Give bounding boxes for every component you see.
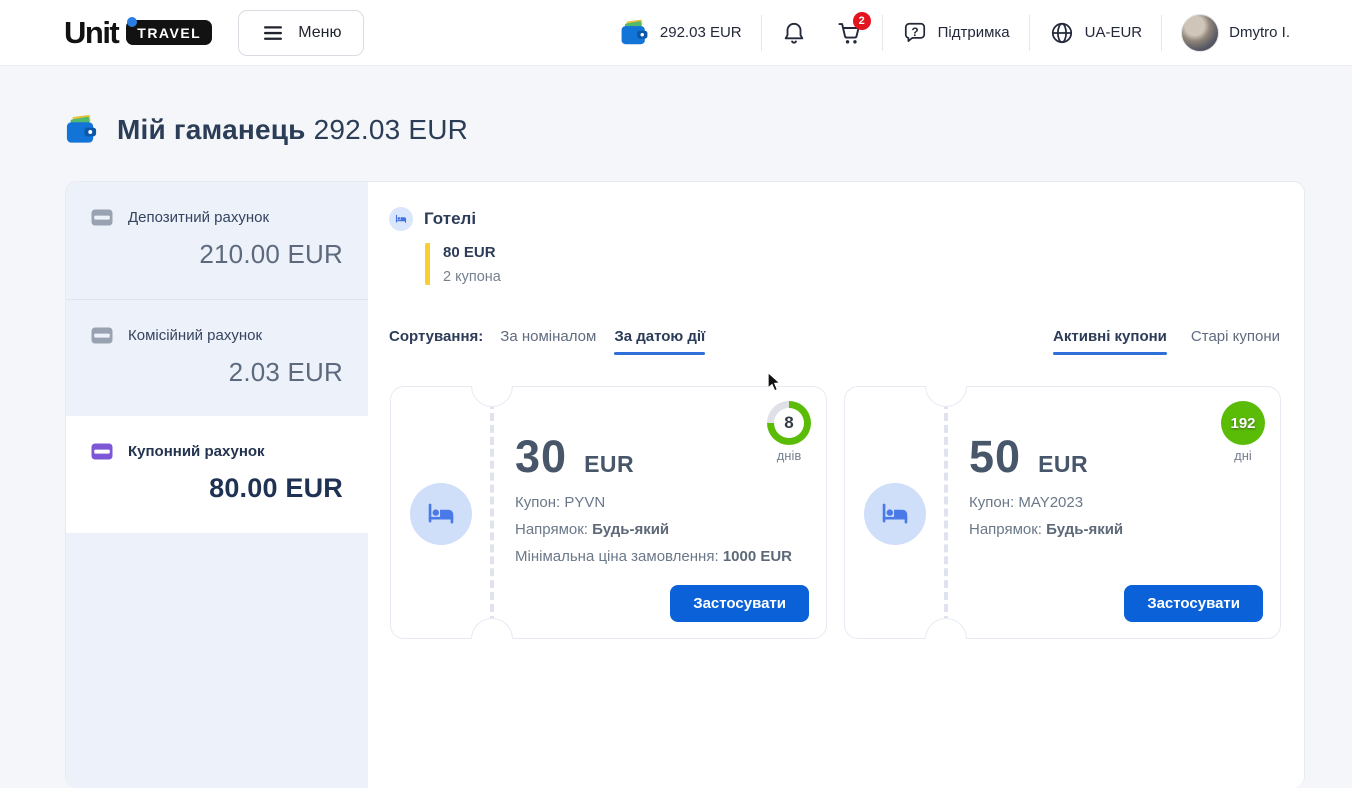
coupon-value: 30 EUR bbox=[515, 431, 634, 483]
coupon-currency: EUR bbox=[584, 451, 634, 478]
account-label: Депозитний рахунок bbox=[128, 209, 269, 226]
category-coupon-count: 2 купона bbox=[443, 269, 501, 285]
coupon-card-may2023: 50 EUR Купон: MAY2023 Напрямок: Будь-яки… bbox=[844, 386, 1281, 639]
sort-option-by-value[interactable]: За номіналом bbox=[500, 328, 596, 355]
hotel-category-icon bbox=[389, 207, 413, 231]
brand-badge: TRAVEL bbox=[126, 20, 212, 45]
wallet-page: Мій гаманець 292.03 EUR Депозитний рахуно… bbox=[0, 66, 1352, 788]
coupon-card-pyvn: 30 EUR Купон: PYVN Напрямок: Будь-який М… bbox=[390, 386, 827, 639]
hotel-bed-icon bbox=[410, 483, 472, 545]
category-summary: 80 EUR 2 купона bbox=[425, 243, 501, 285]
wallet-container: Депозитний рахунок 210.00 EUR Комісійний… bbox=[65, 181, 1305, 788]
account-label: Комісійний рахунок bbox=[128, 327, 262, 344]
coupon-direction-row: Напрямок: Будь-який bbox=[515, 522, 792, 537]
days-progress-ring: 8 bbox=[767, 401, 811, 445]
sorting-label: Сортування: bbox=[389, 328, 483, 345]
coupon-value: 50 EUR bbox=[969, 431, 1088, 483]
apply-coupon-button[interactable]: Застосувати bbox=[670, 585, 809, 622]
days-left-unit: днів bbox=[777, 448, 802, 463]
divider bbox=[1029, 15, 1030, 51]
hamburger-icon bbox=[261, 21, 285, 45]
coupon-amount: 30 bbox=[515, 431, 567, 483]
coupon-tabs: Активні купони Старі купони bbox=[1053, 328, 1280, 355]
ticket-perforation bbox=[490, 401, 494, 624]
coupon-cards: 30 EUR Купон: PYVN Напрямок: Будь-який М… bbox=[390, 386, 1281, 639]
sort-option-by-date[interactable]: За датою дії bbox=[614, 328, 705, 355]
wallet-balance-text: 292.03 EUR bbox=[660, 24, 742, 41]
card-icon bbox=[91, 209, 113, 226]
account-amount: 80.00 EUR bbox=[91, 473, 343, 504]
user-name: Dmytro I. bbox=[1229, 24, 1290, 41]
apply-coupon-button[interactable]: Застосувати bbox=[1124, 585, 1263, 622]
coupon-code-row: Купон: MAY2023 bbox=[969, 495, 1123, 510]
menu-label: Меню bbox=[298, 24, 341, 42]
page-title-amount: 292.03 EUR bbox=[314, 114, 469, 145]
divider bbox=[761, 15, 762, 51]
category-header: Готелі bbox=[389, 207, 476, 231]
cart-count-badge: 2 bbox=[853, 12, 871, 30]
coupon-details: Купон: PYVN Напрямок: Будь-який Мінімаль… bbox=[515, 495, 792, 576]
coupon-min-price-row: Мінімальна ціна замовлення: 1000 EUR bbox=[515, 549, 792, 564]
user-menu[interactable]: Dmytro I. bbox=[1181, 14, 1290, 52]
category-title: Готелі bbox=[424, 209, 476, 229]
card-icon bbox=[91, 443, 113, 460]
page-title-text: Мій гаманець bbox=[117, 114, 306, 145]
support-link[interactable]: ? Підтримка bbox=[902, 20, 1010, 46]
language-currency-label: UA-EUR bbox=[1085, 24, 1143, 41]
brand-logo[interactable]: Unit TRAVEL bbox=[64, 17, 212, 48]
bell-icon bbox=[781, 20, 807, 46]
svg-text:?: ? bbox=[911, 24, 918, 38]
coupons-panel: Готелі 80 EUR 2 купона Сортування: За но… bbox=[368, 182, 1304, 788]
account-amount: 210.00 EUR bbox=[91, 239, 343, 270]
ticket-notch-bottom bbox=[925, 618, 967, 639]
support-label: Підтримка bbox=[938, 24, 1010, 41]
coupon-currency: EUR bbox=[1038, 451, 1088, 478]
wallet-icon bbox=[619, 19, 650, 47]
header-wallet-balance[interactable]: 292.03 EUR bbox=[619, 19, 742, 47]
brand-name: Unit bbox=[64, 17, 118, 48]
account-label: Купонний рахунок bbox=[128, 443, 265, 460]
account-amount: 2.03 EUR bbox=[91, 357, 343, 388]
page-title: Мій гаманець 292.03 EUR bbox=[64, 114, 468, 146]
category-total: 80 EUR bbox=[443, 243, 501, 263]
accounts-sidebar: Депозитний рахунок 210.00 EUR Комісійний… bbox=[66, 182, 368, 788]
ticket-notch-top bbox=[925, 386, 967, 407]
menu-button[interactable]: Меню bbox=[238, 10, 364, 56]
ticket-perforation bbox=[944, 401, 948, 624]
notifications-button[interactable] bbox=[781, 20, 807, 46]
header-actions: 292.03 EUR 2 bbox=[619, 14, 1290, 52]
days-left-unit: дні bbox=[1234, 448, 1252, 463]
days-left-badge: 8 днів bbox=[765, 401, 813, 463]
user-avatar bbox=[1181, 14, 1219, 52]
sidebar-item-deposit-account[interactable]: Депозитний рахунок 210.00 EUR bbox=[66, 182, 368, 299]
top-header: Unit TRAVEL Меню 292.03 EUR bbox=[0, 0, 1352, 66]
days-left-value: 192 bbox=[1221, 401, 1265, 445]
coupon-details: Купон: MAY2023 Напрямок: Будь-який bbox=[969, 495, 1123, 549]
coupon-amount: 50 bbox=[969, 431, 1021, 483]
days-left-value: 8 bbox=[774, 408, 804, 438]
card-icon bbox=[91, 327, 113, 344]
coupon-code-row: Купон: PYVN bbox=[515, 495, 792, 510]
divider bbox=[1161, 15, 1162, 51]
hotel-bed-icon bbox=[864, 483, 926, 545]
coupon-direction-row: Напрямок: Будь-який bbox=[969, 522, 1123, 537]
tab-active-coupons[interactable]: Активні купони bbox=[1053, 328, 1167, 355]
language-currency-selector[interactable]: UA-EUR bbox=[1049, 20, 1143, 46]
cart-button[interactable]: 2 bbox=[835, 19, 863, 46]
globe-icon bbox=[1049, 20, 1075, 46]
ticket-notch-top bbox=[471, 386, 513, 407]
sort-and-tabs-row: Сортування: За номіналом За датою дії Ак… bbox=[389, 328, 1280, 355]
tab-old-coupons[interactable]: Старі купони bbox=[1191, 328, 1280, 355]
sidebar-item-commission-account[interactable]: Комісійний рахунок 2.03 EUR bbox=[66, 299, 368, 416]
support-chat-icon: ? bbox=[902, 20, 928, 46]
ticket-notch-bottom bbox=[471, 618, 513, 639]
wallet-title-icon bbox=[64, 114, 99, 146]
days-left-badge: 192 дні bbox=[1219, 401, 1267, 463]
logo-dot-icon bbox=[127, 17, 137, 27]
sidebar-item-coupon-account[interactable]: Купонний рахунок 80.00 EUR bbox=[66, 416, 368, 533]
divider bbox=[882, 15, 883, 51]
